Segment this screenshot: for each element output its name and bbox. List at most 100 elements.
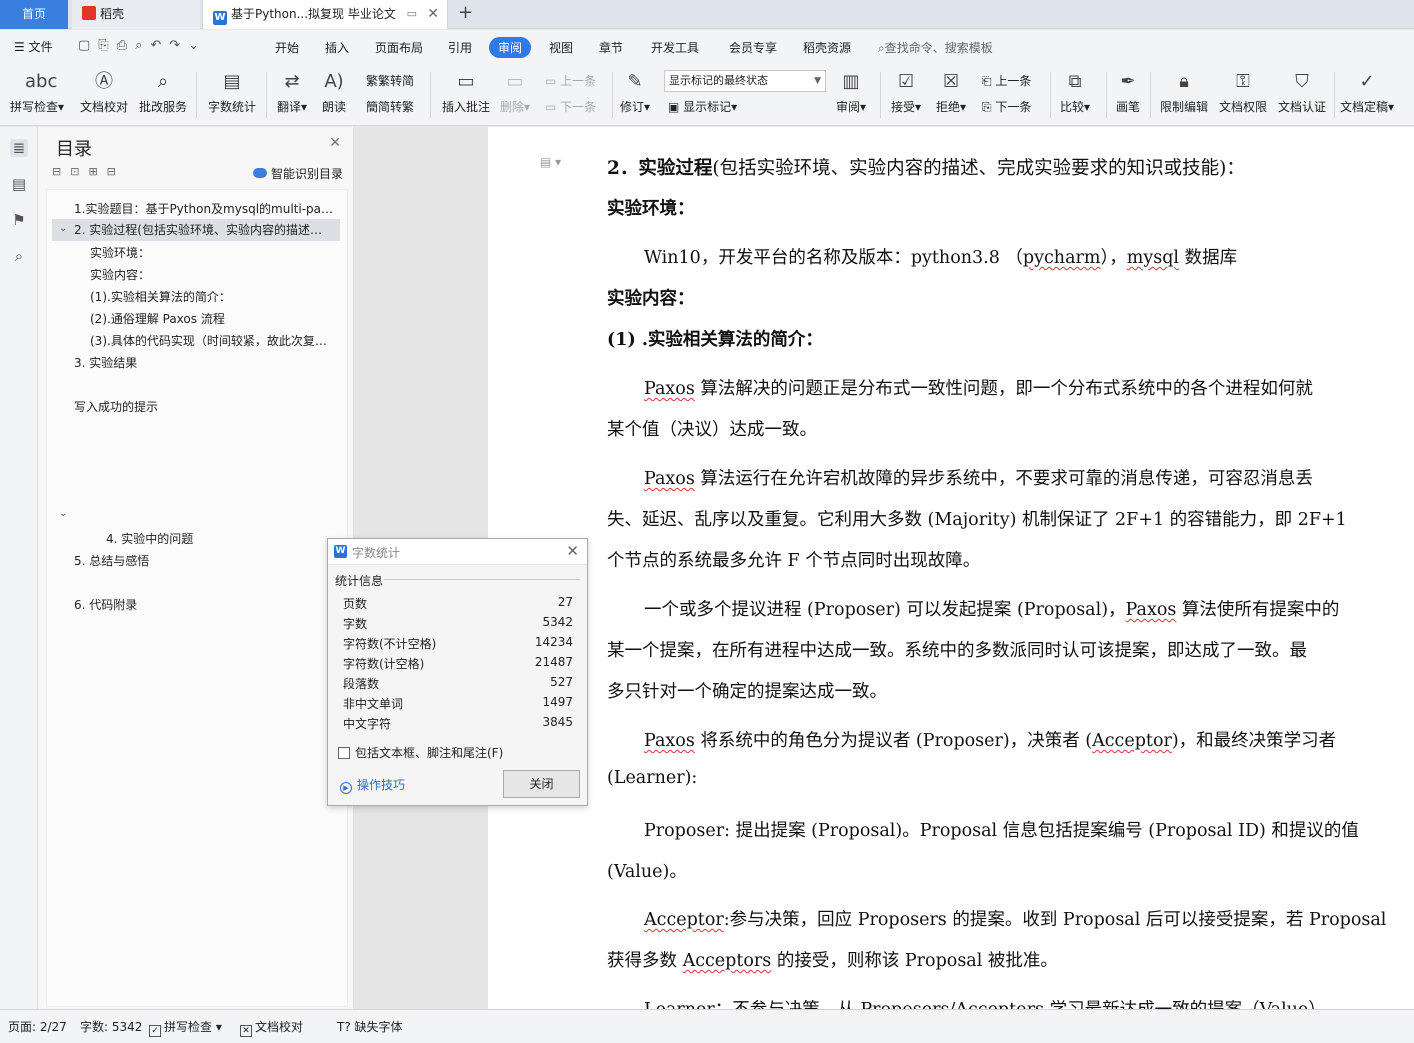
paragraph-3-line-2: 某一个提案，在所有进程中达成一致。系统中的多数派同时认可该提案，即达成了一致。最	[607, 641, 1307, 661]
toc-item[interactable]: (3).具体的代码实现（时间较紧，故此次复…	[90, 332, 330, 349]
restrict-edit-button[interactable]: 🔒︎ 限制编辑	[1160, 70, 1208, 115]
expand-up-icon[interactable]: ⊡	[70, 165, 88, 178]
page-indicator[interactable]: 页面: 2/27	[8, 1018, 67, 1035]
doc-proof-status[interactable]: ✕ 文档校对	[240, 1018, 303, 1037]
toc-item[interactable]: 1.实验题目：基于Python及mysql的multi-pa…	[74, 200, 336, 217]
word-count-indicator[interactable]: 字数: 5342	[80, 1018, 142, 1035]
toc-item[interactable]: 4. 实验中的问题	[106, 530, 193, 547]
missing-font-status[interactable]: T? 缺失字体	[337, 1018, 403, 1035]
file-menu[interactable]: ☰ 文件	[14, 38, 53, 55]
tips-link[interactable]: ▶ 操作技巧	[340, 776, 405, 794]
outline-icon[interactable]: ≣	[10, 139, 28, 157]
compare-button[interactable]: ⧉ 比较▾	[1060, 70, 1090, 115]
tab-document[interactable]: W 基于Python...拟复现 毕业论文 ▭ ✕	[202, 0, 448, 29]
chevron-down-icon[interactable]: ⌄	[59, 223, 67, 234]
quick-access-toolbar[interactable]: ▢⎘⎙⌕↶↷⌄	[78, 38, 207, 53]
undo-icon[interactable]: ↶	[150, 38, 169, 53]
toc-item[interactable]: 实验内容：	[90, 266, 150, 283]
menu-references[interactable]: 引用	[448, 39, 472, 56]
pin-icon[interactable]: ▭	[407, 0, 417, 28]
menu-insert[interactable]: 插入	[325, 39, 349, 56]
doc-certify-button[interactable]: ⛉ 文档认证	[1278, 70, 1326, 115]
menu-review[interactable]: 审阅	[489, 37, 532, 58]
tab-daoke[interactable]: 稻壳	[72, 0, 200, 29]
tab-home[interactable]: 首页	[0, 0, 68, 29]
pen-button[interactable]: ✒ 画笔	[1116, 70, 1140, 115]
menu-member[interactable]: 会员专享	[729, 39, 777, 56]
paragraph-2-line-2: 失、延迟、乱序以及重复。它利用大多数 (Majority) 机制保证了 2F+1…	[607, 510, 1347, 530]
acceptor-word: Acceptor	[1092, 731, 1172, 751]
toc-item[interactable]: 写入成功的提示	[74, 398, 158, 415]
new-tab-button[interactable]: +	[458, 0, 473, 26]
trad-to-simp-button[interactable]: 繁繁转简	[366, 72, 414, 89]
document-page[interactable]: ▤ ▾ 2．实验过程(包括实验环境、实验内容的描述、完成实验要求的知识或技能)：…	[488, 127, 1414, 1009]
menu-start[interactable]: 开始	[275, 39, 299, 56]
close-icon[interactable]: ✕	[566, 542, 579, 560]
prev-comment-button[interactable]: ▭ 上一条	[545, 72, 596, 89]
menu-developer[interactable]: 开发工具	[651, 39, 699, 56]
reject-button[interactable]: ☒ 拒绝▾	[936, 70, 966, 115]
spell-check-status[interactable]: ✓ 拼写检查 ▾	[149, 1018, 222, 1037]
command-search[interactable]: ⌕查找命令、搜索模板	[878, 39, 993, 56]
close-icon[interactable]: ✕	[329, 135, 341, 151]
toc-item[interactable]: 5. 总结与感悟	[74, 552, 149, 569]
track-changes-button[interactable]: ✎ 修订▾	[620, 70, 650, 115]
bookmark-icon[interactable]: ⚑	[10, 211, 28, 229]
spell-check-button[interactable]: abc 拼写检查▾	[10, 70, 64, 115]
add-level-icon[interactable]: ⊞	[88, 165, 106, 178]
doc-permission-button[interactable]: ⚿ 文档权限	[1219, 70, 1267, 115]
paragraph-2-rest: 算法运行在允许宕机故障的异步系统中，不要求可靠的消息传递，可容忍消息丢	[694, 469, 1313, 489]
export-icon[interactable]: ⎘	[98, 38, 116, 53]
insert-comment-button[interactable]: ▭ 插入批注	[442, 70, 490, 115]
toc-item[interactable]: (1).实验相关算法的简介：	[90, 288, 231, 305]
toc-item[interactable]: 6. 代码附录	[74, 596, 137, 613]
spell-check-status-label: 拼写检查	[164, 1020, 213, 1034]
toc-item[interactable]: (2).通俗理解 Paxos 流程	[90, 310, 225, 327]
menu-layout[interactable]: 页面布局	[375, 39, 423, 56]
batch-service-button[interactable]: ⌕ 批改服务	[139, 70, 187, 115]
customize-icon[interactable]: ⌄	[188, 38, 207, 53]
paragraph-menu-icon[interactable]: ▤ ▾	[540, 155, 561, 169]
word-count-button[interactable]: ▤ 字数统计	[208, 70, 256, 115]
finalize-button[interactable]: ✓ 文档定稿▾	[1340, 70, 1394, 115]
next-comment-button[interactable]: ▭ 下一条	[545, 98, 596, 115]
toc-item[interactable]: 实验环境：	[90, 244, 150, 261]
show-markup-button[interactable]: ▣ 显示标记▾	[668, 98, 737, 115]
collapse-all-icon[interactable]: ⊟	[52, 165, 70, 178]
dialog-titlebar[interactable]: W 字数统计 ✕	[328, 539, 587, 565]
close-button[interactable]: 关闭	[503, 770, 580, 798]
paragraph-2: Paxos 算法运行在允许宕机故障的异步系统中，不要求可靠的消息传递，可容忍消息…	[644, 465, 1389, 490]
delete-comment-button[interactable]: ▭ 删除▾	[500, 70, 530, 115]
remove-level-icon[interactable]: ⊟	[107, 165, 125, 178]
review-pane-button[interactable]: ▥ 审阅▾	[836, 70, 866, 115]
toc-item[interactable]: 3. 实验结果	[74, 354, 137, 371]
smart-toc-button[interactable]: 智能识别目录	[252, 165, 343, 182]
chapter-nav-icon[interactable]: ▤	[10, 175, 28, 193]
toc-item-selected[interactable]: 2. 实验过程(包括实验环境、实验内容的描述…	[52, 219, 340, 241]
accept-button[interactable]: ☑ 接受▾	[891, 70, 921, 115]
include-textbox-checkbox[interactable]: 包括文本框、脚注和尾注(F)	[338, 744, 503, 761]
markup-mode-select[interactable]: 显示标记的最终状态 ▼	[664, 70, 826, 92]
chevron-down-icon[interactable]: ⌄	[59, 508, 67, 519]
checkbox-box[interactable]	[338, 747, 350, 759]
save-icon[interactable]: ▢	[78, 38, 98, 53]
simp-to-trad-button[interactable]: 簡简转繁	[366, 98, 414, 115]
ribbon-separator	[1334, 72, 1335, 118]
translate-button[interactable]: ⇄ 翻译▾	[277, 70, 307, 115]
env-text-b: ），	[1100, 248, 1127, 268]
prev-change-button[interactable]: ⎗ 上一条	[982, 72, 1031, 89]
next-change-button[interactable]: ⎘ 下一条	[982, 98, 1031, 115]
menu-daoke-resources[interactable]: 稻壳资源	[803, 39, 851, 56]
read-aloud-button[interactable]: A) 朗读	[322, 70, 346, 115]
env-paragraph: Win10，开发平台的名称及版本：python3.8 （pycharm），mys…	[644, 244, 1389, 269]
menu-chapter[interactable]: 章节	[599, 39, 623, 56]
doc-proof-button[interactable]: Ⓐ 文档校对	[80, 70, 128, 115]
search-icon[interactable]: ⌕	[10, 247, 28, 265]
prev-change-icon: ⎗	[982, 74, 996, 88]
close-tab-icon[interactable]: ✕	[427, 0, 439, 28]
stat-row: 字符数(计空格) 21487	[343, 655, 573, 672]
menu-view[interactable]: 视图	[549, 39, 573, 56]
redo-icon[interactable]: ↷	[169, 38, 188, 53]
print-icon[interactable]: ⎙	[117, 38, 135, 53]
preview-icon[interactable]: ⌕	[135, 38, 150, 53]
